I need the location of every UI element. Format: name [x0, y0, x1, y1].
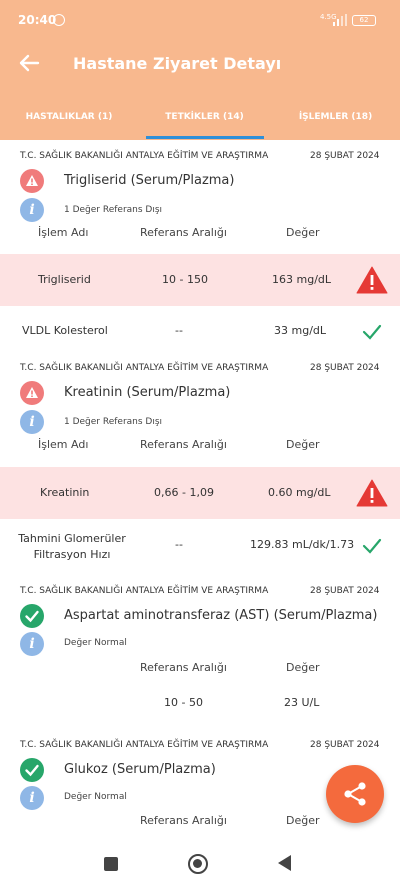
check-status-icon — [20, 604, 44, 628]
column-header-value: Değer — [286, 438, 320, 451]
test-name: Aspartat aminotransferaz (AST) (Serum/Pl… — [64, 608, 378, 623]
tab-indicator — [146, 136, 264, 139]
info-text: Değer Normal — [64, 792, 127, 802]
recent-apps-icon[interactable] — [104, 857, 118, 871]
column-header-range: Referans Aralığı — [140, 438, 227, 451]
check-status-icon — [20, 758, 44, 782]
test-date: 28 ŞUBAT 2024 — [310, 740, 380, 750]
back-arrow-icon[interactable] — [18, 52, 40, 74]
test-name: Kreatinin (Serum/Plazma) — [64, 385, 231, 400]
status-bar: 20:40 4.5G 62 — [0, 0, 400, 36]
info-icon: i — [20, 632, 44, 656]
share-icon — [344, 782, 366, 806]
info-text: 1 Değer Referans Dışı — [64, 205, 163, 215]
row-range: -- — [175, 324, 183, 337]
status-time: 20:40 — [18, 13, 57, 27]
column-header-range: Referans Aralığı — [140, 661, 227, 674]
warning-triangle-icon — [356, 266, 388, 294]
test-date: 28 ŞUBAT 2024 — [310, 363, 380, 373]
row-range: 10 - 150 — [162, 273, 208, 286]
share-button[interactable] — [326, 765, 384, 823]
info-icon: i — [20, 786, 44, 810]
tab-hastaliklar[interactable]: HASTALIKLAR (1) — [0, 98, 138, 140]
alarm-icon — [53, 14, 65, 26]
row-value: 129.83 mL/dk/1.73 — [250, 538, 355, 551]
tab-islemler[interactable]: İŞLEMLER (18) — [271, 98, 400, 140]
row-value: 0.60 mg/dL — [268, 486, 331, 499]
row-value: 23 U/L — [284, 696, 320, 709]
test-date: 28 ŞUBAT 2024 — [310, 151, 380, 161]
hospital-name: T.C. SAĞLIK BAKANLIĞI ANTALYA EĞİTİM VE … — [20, 740, 269, 750]
test-list[interactable]: T.C. SAĞLIK BAKANLIĞI ANTALYA EĞİTİM VE … — [0, 140, 400, 840]
table-row[interactable]: Kreatinin 0,66 - 1,09 0.60 mg/dL — [0, 467, 400, 519]
column-header-value: Değer — [286, 814, 320, 827]
back-icon[interactable] — [278, 855, 291, 871]
row-value: 33 mg/dL — [274, 324, 327, 337]
warning-status-icon — [20, 169, 44, 193]
hospital-name: T.C. SAĞLIK BAKANLIĞI ANTALYA EĞİTİM VE … — [20, 363, 269, 373]
signal-icon — [333, 14, 347, 26]
table-row[interactable]: VLDL Kolesterol -- 33 mg/dL — [0, 306, 400, 358]
info-text: Değer Normal — [64, 638, 127, 648]
page-title: Hastane Ziyaret Detayı — [73, 54, 282, 73]
row-name: VLDL Kolesterol — [22, 324, 108, 337]
info-icon: i — [20, 410, 44, 434]
tab-tetkikler[interactable]: TETKİKLER (14) — [138, 98, 271, 140]
row-range: 10 - 50 — [164, 696, 203, 709]
warning-status-icon — [20, 381, 44, 405]
column-header-range: Referans Aralığı — [140, 814, 227, 827]
table-row[interactable]: Tahmini Glomerüler Filtrasyon Hızı -- 12… — [0, 519, 400, 575]
info-icon: i — [20, 198, 44, 222]
app-bar: Hastane Ziyaret Detayı HASTALIKLAR (1) T… — [0, 36, 400, 140]
test-date: 28 ŞUBAT 2024 — [310, 586, 380, 596]
warning-triangle-icon — [356, 479, 388, 507]
column-header-name: İşlem Adı — [38, 226, 89, 239]
checkmark-icon — [362, 324, 382, 340]
test-name: Trigliserid (Serum/Plazma) — [64, 173, 235, 188]
row-range: -- — [175, 538, 183, 551]
table-row[interactable]: Trigliserid 10 - 150 163 mg/dL — [0, 254, 400, 306]
table-row[interactable]: 10 - 50 23 U/L — [0, 678, 400, 730]
row-name: Trigliserid — [38, 273, 91, 286]
row-name: Kreatinin — [40, 486, 90, 499]
column-header-value: Değer — [286, 226, 320, 239]
column-header-value: Değer — [286, 661, 320, 674]
row-name: Tahmini Glomerüler Filtrasyon Hızı — [18, 532, 126, 561]
row-value: 163 mg/dL — [272, 273, 332, 286]
checkmark-icon — [362, 538, 382, 554]
row-range: 0,66 - 1,09 — [154, 486, 214, 499]
battery-icon: 62 — [352, 15, 376, 26]
hospital-name: T.C. SAĞLIK BAKANLIĞI ANTALYA EĞİTİM VE … — [20, 151, 269, 161]
column-header-name: İşlem Adı — [38, 438, 89, 451]
test-name: Glukoz (Serum/Plazma) — [64, 762, 216, 777]
home-icon[interactable] — [188, 854, 208, 874]
column-header-range: Referans Aralığı — [140, 226, 227, 239]
hospital-name: T.C. SAĞLIK BAKANLIĞI ANTALYA EĞİTİM VE … — [20, 586, 269, 596]
system-nav-bar — [0, 840, 400, 888]
tab-bar: HASTALIKLAR (1) TETKİKLER (14) İŞLEMLER … — [0, 98, 400, 140]
info-text: 1 Değer Referans Dışı — [64, 417, 163, 427]
